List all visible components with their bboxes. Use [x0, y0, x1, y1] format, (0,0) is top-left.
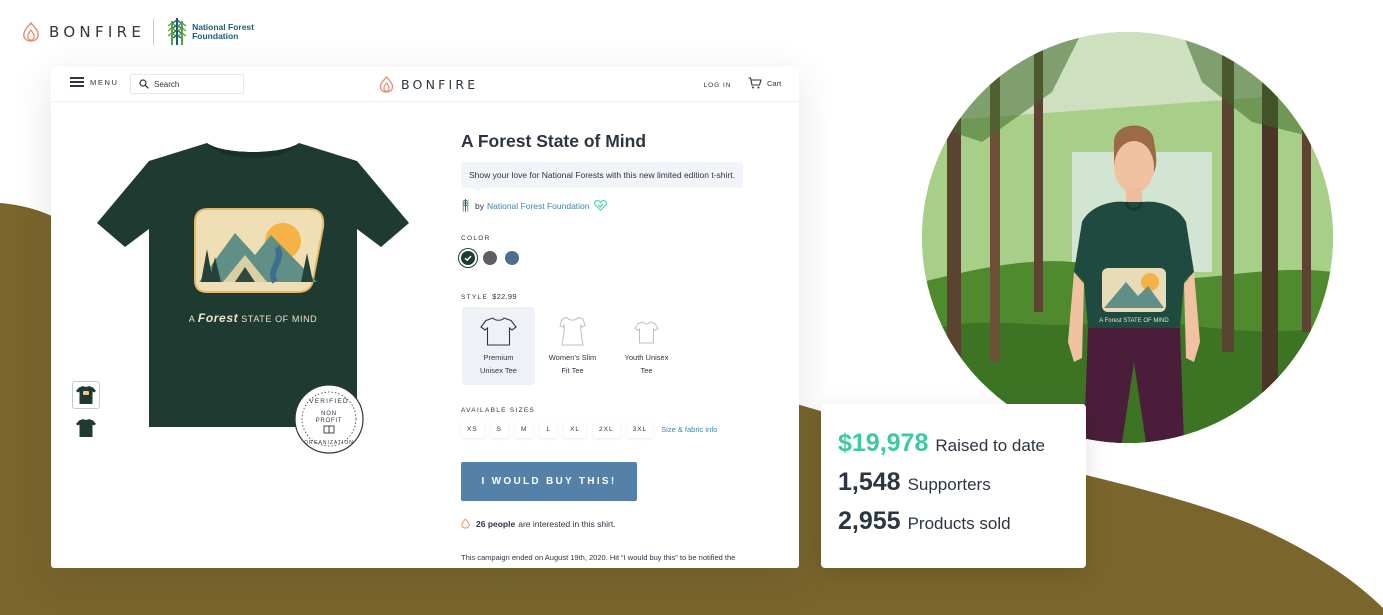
size-fabric-info-link[interactable]: Size & fabric info: [661, 425, 717, 434]
style-option-womens-slim[interactable]: Women's Slim Fit Tee: [536, 307, 609, 385]
shirt-thumbnail-icon: [76, 386, 96, 404]
search-placeholder: Search: [154, 79, 180, 89]
stat-products-sold: 2,955 Products sold: [838, 507, 1011, 536]
login-button[interactable]: LOG IN: [696, 77, 739, 93]
heart-check-icon: [593, 200, 607, 211]
organization-link[interactable]: National Forest Foundation: [487, 201, 590, 211]
bonfire-flame-icon: [23, 22, 39, 42]
product-title: A Forest State of Mind: [461, 131, 647, 151]
color-swatch-green[interactable]: [461, 251, 475, 265]
style-name: Women's Slim Fit Tee: [548, 353, 597, 375]
style-option-premium-unisex[interactable]: Premium Unisex Tee: [462, 307, 535, 385]
stat-value: 2,955: [838, 507, 901, 535]
buy-button[interactable]: I WOULD BUY THIS!: [461, 462, 637, 501]
bonfire-flame-icon: [379, 76, 394, 93]
interest-line: 26 people are interested in this shirt.: [461, 518, 616, 529]
brand-name: BONFIRE: [49, 23, 146, 41]
thumbnail-back[interactable]: [72, 414, 100, 442]
interest-text: are interested in this shirt.: [518, 518, 616, 529]
search-input[interactable]: Search: [130, 74, 244, 94]
size-option[interactable]: L: [540, 421, 557, 438]
stat-label: Supporters: [907, 475, 991, 494]
cart-icon: [748, 77, 762, 89]
checkmark-icon: [464, 255, 472, 262]
size-option[interactable]: S: [491, 421, 508, 438]
tshirt-outline-icon: [480, 317, 517, 346]
product-page-screenshot: MENU Search BONFIRE LOG IN Cart A Forest…: [51, 67, 799, 568]
cart-label: Cart: [767, 78, 782, 88]
flame-icon: [461, 518, 470, 529]
youth-tshirt-outline-icon: [634, 321, 659, 344]
supporter-photo: A Forest STATE OF MIND: [922, 32, 1333, 443]
top-nav: MENU Search BONFIRE LOG IN Cart: [51, 67, 799, 102]
style-name: Youth Unisex Tee: [624, 353, 669, 375]
thumbnail-front[interactable]: [72, 381, 100, 409]
style-label: STYLE $22.99: [461, 292, 517, 301]
stat-label: Raised to date: [935, 436, 1046, 455]
by-label: by: [475, 200, 484, 211]
verified-nonprofit-badge: VERIFIED NON PROFIT ORGANIZATION: [294, 384, 364, 454]
svg-text:PROFIT: PROFIT: [316, 418, 343, 424]
campaign-ended-text: This campaign ended on August 19th, 2020…: [461, 553, 736, 562]
svg-text:ORGANIZATION: ORGANIZATION: [304, 440, 354, 446]
nav-logo-text: BONFIRE: [401, 77, 479, 92]
interest-count: 26 people: [476, 518, 516, 529]
nff-tree-icon: [462, 199, 469, 212]
stat-supporters: 1,548 Supporters: [838, 468, 991, 497]
style-option-youth-unisex[interactable]: Youth Unisex Tee: [610, 307, 683, 385]
size-option[interactable]: XL: [564, 421, 586, 438]
svg-text:VERIFIED: VERIFIED: [309, 398, 349, 405]
stat-label: Products sold: [907, 514, 1011, 533]
stat-value: $19,978: [838, 429, 929, 457]
style-price: $22.99: [492, 292, 517, 301]
menu-button[interactable]: MENU: [70, 77, 118, 87]
brand-header: BONFIRE National Forest Foundation: [22, 18, 254, 46]
search-icon: [139, 79, 149, 89]
nff-logo-text: National Forest Foundation: [192, 22, 254, 41]
style-name: Premium Unisex Tee: [480, 353, 517, 375]
svg-text:A Forest STATE OF MIND: A Forest STATE OF MIND: [1099, 318, 1169, 324]
cart-button[interactable]: Cart: [748, 77, 781, 89]
color-label: COLOR: [461, 235, 491, 242]
shirt-text: A Forest STATE OF MIND: [189, 311, 318, 325]
stat-value: 1,548: [838, 468, 901, 496]
stat-raised: $19,978 Raised to date: [838, 429, 1045, 458]
color-swatch-blue[interactable]: [505, 251, 519, 265]
shirt-thumbnail-icon: [76, 419, 96, 437]
size-option[interactable]: XS: [461, 421, 484, 438]
size-options: XS S M L XL 2XL 3XL Size & fabric info: [461, 421, 717, 438]
svg-text:NON: NON: [321, 411, 337, 417]
brand-divider: [153, 19, 155, 45]
shirt-graphic: [194, 208, 325, 293]
size-option[interactable]: 3XL: [627, 421, 654, 438]
womens-tshirt-outline-icon: [559, 316, 586, 346]
color-swatches: [461, 251, 527, 265]
size-option[interactable]: 2XL: [593, 421, 620, 438]
size-option[interactable]: M: [515, 421, 533, 438]
menu-label: MENU: [90, 77, 119, 87]
nav-logo[interactable]: BONFIRE: [379, 76, 478, 93]
description-tail: [473, 187, 483, 192]
product-description: Show your love for National Forests with…: [461, 162, 743, 188]
creator-byline: by National Forest Foundation: [461, 199, 607, 212]
stats-card: $19,978 Raised to date 1,548 Supporters …: [821, 404, 1086, 568]
nff-tree-logo-icon: [168, 18, 187, 45]
sizes-label: AVAILABLE SIZES: [461, 407, 536, 414]
hamburger-icon: [70, 77, 84, 87]
color-swatch-gray[interactable]: [483, 251, 497, 265]
